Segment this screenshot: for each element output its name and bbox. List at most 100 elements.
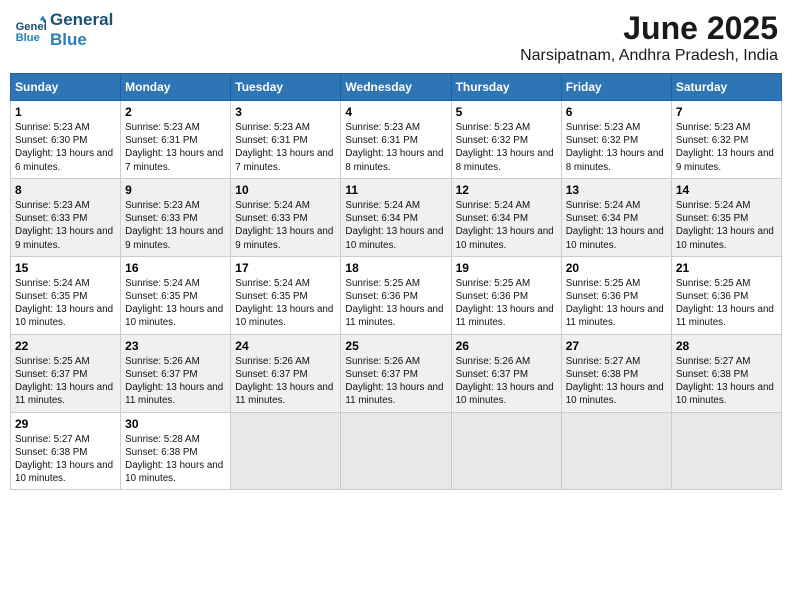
day-info: Sunrise: 5:26 AMSunset: 6:37 PMDaylight:… — [235, 355, 336, 408]
day-info: Sunrise: 5:24 AMSunset: 6:35 PMDaylight:… — [235, 277, 336, 330]
day-number: 3 — [235, 105, 336, 119]
calendar-cell: 16 Sunrise: 5:24 AMSunset: 6:35 PMDaylig… — [121, 256, 231, 334]
calendar-cell: 29 Sunrise: 5:27 AMSunset: 6:38 PMDaylig… — [11, 412, 121, 490]
day-number: 11 — [345, 183, 446, 197]
day-number: 12 — [456, 183, 557, 197]
day-info: Sunrise: 5:26 AMSunset: 6:37 PMDaylight:… — [345, 355, 446, 408]
calendar-week-5: 29 Sunrise: 5:27 AMSunset: 6:38 PMDaylig… — [11, 412, 782, 490]
day-header-thursday: Thursday — [451, 74, 561, 101]
day-info: Sunrise: 5:25 AMSunset: 6:36 PMDaylight:… — [456, 277, 557, 330]
calendar-cell: 14 Sunrise: 5:24 AMSunset: 6:35 PMDaylig… — [671, 178, 781, 256]
calendar-cell: 26 Sunrise: 5:26 AMSunset: 6:37 PMDaylig… — [451, 334, 561, 412]
day-number: 20 — [566, 261, 667, 275]
day-info: Sunrise: 5:23 AMSunset: 6:32 PMDaylight:… — [456, 121, 557, 174]
day-number: 26 — [456, 339, 557, 353]
day-info: Sunrise: 5:25 AMSunset: 6:36 PMDaylight:… — [345, 277, 446, 330]
day-info: Sunrise: 5:24 AMSunset: 6:35 PMDaylight:… — [125, 277, 226, 330]
title-block: June 2025 Narsipatnam, Andhra Pradesh, I… — [520, 10, 778, 65]
day-number: 15 — [15, 261, 116, 275]
day-number: 21 — [676, 261, 777, 275]
day-number: 25 — [345, 339, 446, 353]
svg-text:Blue: Blue — [16, 33, 40, 45]
day-number: 16 — [125, 261, 226, 275]
calendar-cell — [231, 412, 341, 490]
calendar-cell: 18 Sunrise: 5:25 AMSunset: 6:36 PMDaylig… — [341, 256, 451, 334]
page-header: General Blue General Blue June 2025 Nars… — [10, 10, 782, 65]
day-number: 2 — [125, 105, 226, 119]
day-header-friday: Friday — [561, 74, 671, 101]
calendar-cell: 1 Sunrise: 5:23 AMSunset: 6:30 PMDayligh… — [11, 101, 121, 179]
day-number: 22 — [15, 339, 116, 353]
day-header-sunday: Sunday — [11, 74, 121, 101]
calendar-cell: 3 Sunrise: 5:23 AMSunset: 6:31 PMDayligh… — [231, 101, 341, 179]
day-number: 10 — [235, 183, 336, 197]
calendar-cell — [561, 412, 671, 490]
calendar-table: SundayMondayTuesdayWednesdayThursdayFrid… — [10, 73, 782, 490]
calendar-cell — [671, 412, 781, 490]
calendar-week-4: 22 Sunrise: 5:25 AMSunset: 6:37 PMDaylig… — [11, 334, 782, 412]
day-number: 17 — [235, 261, 336, 275]
calendar-cell: 30 Sunrise: 5:28 AMSunset: 6:38 PMDaylig… — [121, 412, 231, 490]
day-number: 28 — [676, 339, 777, 353]
day-info: Sunrise: 5:24 AMSunset: 6:35 PMDaylight:… — [676, 199, 777, 252]
calendar-week-2: 8 Sunrise: 5:23 AMSunset: 6:33 PMDayligh… — [11, 178, 782, 256]
day-number: 24 — [235, 339, 336, 353]
day-number: 19 — [456, 261, 557, 275]
day-info: Sunrise: 5:27 AMSunset: 6:38 PMDaylight:… — [566, 355, 667, 408]
day-header-tuesday: Tuesday — [231, 74, 341, 101]
logo: General Blue General Blue — [14, 10, 113, 51]
calendar-cell: 6 Sunrise: 5:23 AMSunset: 6:32 PMDayligh… — [561, 101, 671, 179]
calendar-cell: 19 Sunrise: 5:25 AMSunset: 6:36 PMDaylig… — [451, 256, 561, 334]
day-info: Sunrise: 5:25 AMSunset: 6:36 PMDaylight:… — [566, 277, 667, 330]
calendar-cell: 12 Sunrise: 5:24 AMSunset: 6:34 PMDaylig… — [451, 178, 561, 256]
day-info: Sunrise: 5:23 AMSunset: 6:30 PMDaylight:… — [15, 121, 116, 174]
calendar-cell: 27 Sunrise: 5:27 AMSunset: 6:38 PMDaylig… — [561, 334, 671, 412]
day-header-saturday: Saturday — [671, 74, 781, 101]
day-number: 1 — [15, 105, 116, 119]
calendar-cell: 20 Sunrise: 5:25 AMSunset: 6:36 PMDaylig… — [561, 256, 671, 334]
day-number: 4 — [345, 105, 446, 119]
day-info: Sunrise: 5:23 AMSunset: 6:31 PMDaylight:… — [235, 121, 336, 174]
day-number: 13 — [566, 183, 667, 197]
calendar-cell: 23 Sunrise: 5:26 AMSunset: 6:37 PMDaylig… — [121, 334, 231, 412]
day-info: Sunrise: 5:25 AMSunset: 6:36 PMDaylight:… — [676, 277, 777, 330]
calendar-cell: 24 Sunrise: 5:26 AMSunset: 6:37 PMDaylig… — [231, 334, 341, 412]
calendar-title: June 2025 — [520, 10, 778, 47]
day-number: 29 — [15, 417, 116, 431]
day-number: 14 — [676, 183, 777, 197]
day-number: 7 — [676, 105, 777, 119]
calendar-cell: 28 Sunrise: 5:27 AMSunset: 6:38 PMDaylig… — [671, 334, 781, 412]
logo-icon: General Blue — [14, 14, 46, 46]
calendar-cell: 2 Sunrise: 5:23 AMSunset: 6:31 PMDayligh… — [121, 101, 231, 179]
day-number: 18 — [345, 261, 446, 275]
logo-text-general: General — [50, 10, 113, 30]
calendar-cell: 22 Sunrise: 5:25 AMSunset: 6:37 PMDaylig… — [11, 334, 121, 412]
calendar-cell: 10 Sunrise: 5:24 AMSunset: 6:33 PMDaylig… — [231, 178, 341, 256]
day-info: Sunrise: 5:23 AMSunset: 6:33 PMDaylight:… — [15, 199, 116, 252]
calendar-week-3: 15 Sunrise: 5:24 AMSunset: 6:35 PMDaylig… — [11, 256, 782, 334]
calendar-cell: 9 Sunrise: 5:23 AMSunset: 6:33 PMDayligh… — [121, 178, 231, 256]
day-number: 23 — [125, 339, 226, 353]
day-info: Sunrise: 5:28 AMSunset: 6:38 PMDaylight:… — [125, 433, 226, 486]
calendar-cell: 17 Sunrise: 5:24 AMSunset: 6:35 PMDaylig… — [231, 256, 341, 334]
calendar-cell: 7 Sunrise: 5:23 AMSunset: 6:32 PMDayligh… — [671, 101, 781, 179]
svg-text:General: General — [16, 21, 46, 33]
day-number: 30 — [125, 417, 226, 431]
day-info: Sunrise: 5:24 AMSunset: 6:34 PMDaylight:… — [456, 199, 557, 252]
day-number: 27 — [566, 339, 667, 353]
calendar-cell: 13 Sunrise: 5:24 AMSunset: 6:34 PMDaylig… — [561, 178, 671, 256]
calendar-cell: 5 Sunrise: 5:23 AMSunset: 6:32 PMDayligh… — [451, 101, 561, 179]
day-info: Sunrise: 5:27 AMSunset: 6:38 PMDaylight:… — [15, 433, 116, 486]
day-header-monday: Monday — [121, 74, 231, 101]
day-header-wednesday: Wednesday — [341, 74, 451, 101]
calendar-cell: 4 Sunrise: 5:23 AMSunset: 6:31 PMDayligh… — [341, 101, 451, 179]
calendar-week-1: 1 Sunrise: 5:23 AMSunset: 6:30 PMDayligh… — [11, 101, 782, 179]
calendar-cell: 8 Sunrise: 5:23 AMSunset: 6:33 PMDayligh… — [11, 178, 121, 256]
day-info: Sunrise: 5:23 AMSunset: 6:33 PMDaylight:… — [125, 199, 226, 252]
logo-text-blue: Blue — [50, 30, 113, 50]
calendar-cell: 25 Sunrise: 5:26 AMSunset: 6:37 PMDaylig… — [341, 334, 451, 412]
calendar-header-row: SundayMondayTuesdayWednesdayThursdayFrid… — [11, 74, 782, 101]
day-info: Sunrise: 5:26 AMSunset: 6:37 PMDaylight:… — [456, 355, 557, 408]
day-number: 8 — [15, 183, 116, 197]
day-info: Sunrise: 5:23 AMSunset: 6:31 PMDaylight:… — [345, 121, 446, 174]
